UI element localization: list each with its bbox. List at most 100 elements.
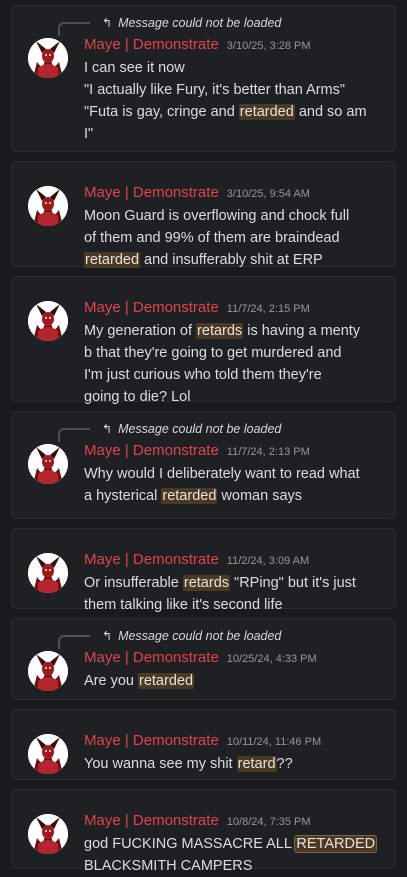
- timestamp[interactable]: 3/10/25, 3:28 PM: [227, 40, 311, 52]
- message-text: I'm just curious who told them they're: [84, 367, 322, 383]
- reply-unavailable-text: Message could not be loaded: [118, 629, 282, 643]
- message-line: My generation of retards is having a men…: [84, 320, 384, 342]
- search-results-feed: ↰ Message could not be loaded Maye | Demon…: [0, 0, 407, 875]
- timestamp[interactable]: 3/10/25, 9:54 AM: [227, 188, 310, 200]
- message-line: Are you retarded: [84, 670, 384, 692]
- message-line: I'm just curious who told them they're: [84, 364, 384, 386]
- message-result-card[interactable]: Maye | Demonstrate 10/8/24, 7:35 PM god FU…: [11, 789, 396, 874]
- message-line: "Futa is gay, cringe and retarded and so…: [84, 101, 384, 123]
- timestamp[interactable]: 11/7/24, 2:15 PM: [227, 303, 310, 315]
- avatar[interactable]: [28, 734, 68, 774]
- username[interactable]: Maye | Demonstrate: [84, 184, 219, 201]
- message-header: Maye | Demonstrate 10/8/24, 7:35 PM: [84, 812, 311, 832]
- timestamp[interactable]: 10/25/24, 4:33 PM: [227, 653, 317, 665]
- username[interactable]: Maye | Demonstrate: [84, 36, 219, 53]
- message-line: "I actually like Fury, it's better than …: [84, 79, 384, 101]
- search-highlight: retarded: [84, 252, 141, 268]
- avatar[interactable]: [28, 444, 68, 484]
- search-highlight: retarded: [161, 488, 218, 504]
- search-highlight: retarded: [238, 104, 295, 120]
- reply-connector: [58, 428, 90, 442]
- message-line: Moon Guard is overflowing and chock full: [84, 205, 384, 227]
- message-content: My generation of retards is having a men…: [84, 320, 384, 408]
- message-text: "Futa is gay, cringe and: [84, 104, 239, 120]
- timestamp[interactable]: 11/2/24, 3:09 AM: [227, 555, 309, 567]
- message-content: god FUCKING MASSACRE ALL RETARDED BLACKSM…: [84, 833, 384, 877]
- message-line: I": [84, 123, 384, 145]
- username[interactable]: Maye | Demonstrate: [84, 299, 219, 316]
- search-highlight: retarded: [138, 673, 195, 689]
- message-result-card[interactable]: Maye | Demonstrate 3/10/25, 9:54 AM Moon G…: [11, 161, 396, 268]
- message-content: Why would I deliberately want to read wh…: [84, 463, 384, 507]
- message-text: them talking like it's second life: [84, 597, 283, 613]
- message-result-card[interactable]: Maye | Demonstrate 11/2/24, 3:09 AM Or ins…: [11, 528, 396, 613]
- message-text: "RPing" but it's just: [230, 575, 356, 591]
- message-result-card[interactable]: ↰ Message could not be loaded Maye | Demon…: [11, 5, 396, 152]
- message-text: I": [84, 126, 94, 142]
- message-line: retarded and insufferably shit at ERP: [84, 249, 384, 271]
- message-content: I can see it now "I actually like Fury, i…: [84, 57, 384, 145]
- message-line: You wanna see my shit retard??: [84, 753, 384, 775]
- reply-arrow-icon: ↰: [102, 422, 113, 436]
- message-text: b that they're going to get murdered and: [84, 345, 342, 361]
- reply-reference[interactable]: ↰ Message could not be loaded: [102, 420, 281, 438]
- avatar[interactable]: [28, 814, 68, 854]
- message-content: Or insufferable retards "RPing" but it's…: [84, 572, 384, 616]
- message-text: Why would I deliberately want to read wh…: [84, 466, 360, 482]
- message-content: Moon Guard is overflowing and chock full…: [84, 205, 384, 271]
- message-text: of them and 99% of them are braindead: [84, 230, 340, 246]
- message-text: a hysterical: [84, 488, 162, 504]
- message-text: Or insufferable: [84, 575, 183, 591]
- avatar[interactable]: [28, 38, 68, 78]
- message-header: Maye | Demonstrate 10/11/24, 11:46 PM: [84, 732, 321, 752]
- message-line: going to die? Lol: [84, 386, 384, 408]
- message-text: god FUCKING MASSACRE ALL: [84, 836, 296, 852]
- avatar[interactable]: [28, 186, 68, 226]
- reply-unavailable-text: Message could not be loaded: [118, 16, 282, 30]
- message-text: woman says: [217, 488, 303, 504]
- message-header: Maye | Demonstrate 11/2/24, 3:09 AM: [84, 551, 309, 571]
- username[interactable]: Maye | Demonstrate: [84, 649, 219, 666]
- search-highlight: retards: [182, 575, 231, 591]
- search-highlight: retards: [196, 323, 244, 339]
- message-text: I can see it now: [84, 60, 185, 76]
- message-line: BLACKSMITH CAMPERS: [84, 855, 384, 877]
- avatar[interactable]: [28, 651, 68, 691]
- message-line: god FUCKING MASSACRE ALL RETARDED: [84, 833, 384, 855]
- message-content: You wanna see my shit retard??: [84, 753, 384, 775]
- reply-reference[interactable]: ↰ Message could not be loaded: [102, 627, 281, 645]
- search-highlight: retard: [236, 756, 277, 772]
- message-line: them talking like it's second life: [84, 594, 384, 616]
- reply-arrow-icon: ↰: [102, 16, 113, 30]
- message-text: is having a menty: [243, 323, 361, 339]
- timestamp[interactable]: 10/8/24, 7:35 PM: [227, 816, 311, 828]
- message-header: Maye | Demonstrate 11/7/24, 2:15 PM: [84, 299, 310, 319]
- timestamp[interactable]: 10/11/24, 11:46 PM: [227, 736, 321, 748]
- avatar[interactable]: [28, 301, 68, 341]
- username[interactable]: Maye | Demonstrate: [84, 812, 219, 829]
- message-result-card[interactable]: Maye | Demonstrate 10/11/24, 11:46 PM You …: [11, 709, 396, 780]
- username[interactable]: Maye | Demonstrate: [84, 551, 219, 568]
- message-line: b that they're going to get murdered and: [84, 342, 384, 364]
- message-line: Or insufferable retards "RPing" but it's…: [84, 572, 384, 594]
- message-result-card[interactable]: Maye | Demonstrate 11/7/24, 2:15 PM My gen…: [11, 276, 396, 405]
- message-line: a hysterical retarded woman says: [84, 485, 384, 507]
- message-text: Are you: [84, 673, 138, 689]
- message-header: Maye | Demonstrate 10/25/24, 4:33 PM: [84, 649, 317, 669]
- message-text: "I actually like Fury, it's better than …: [84, 82, 345, 98]
- reply-connector: [58, 22, 90, 36]
- username[interactable]: Maye | Demonstrate: [84, 442, 219, 459]
- avatar[interactable]: [28, 553, 68, 593]
- message-line: Why would I deliberately want to read wh…: [84, 463, 384, 485]
- message-result-card[interactable]: ↰ Message could not be loaded Maye | Demon…: [11, 411, 396, 519]
- message-header: Maye | Demonstrate 3/10/25, 9:54 AM: [84, 184, 310, 204]
- reply-reference[interactable]: ↰ Message could not be loaded: [102, 14, 281, 32]
- reply-arrow-icon: ↰: [102, 629, 113, 643]
- reply-connector: [58, 635, 90, 649]
- username[interactable]: Maye | Demonstrate: [84, 732, 219, 749]
- timestamp[interactable]: 11/7/24, 2:13 PM: [227, 446, 310, 458]
- message-text: BLACKSMITH CAMPERS: [84, 858, 253, 874]
- message-text: You wanna see my shit: [84, 756, 237, 772]
- message-result-card[interactable]: ↰ Message could not be loaded Maye | Demon…: [11, 618, 396, 700]
- message-line: of them and 99% of them are braindead: [84, 227, 384, 249]
